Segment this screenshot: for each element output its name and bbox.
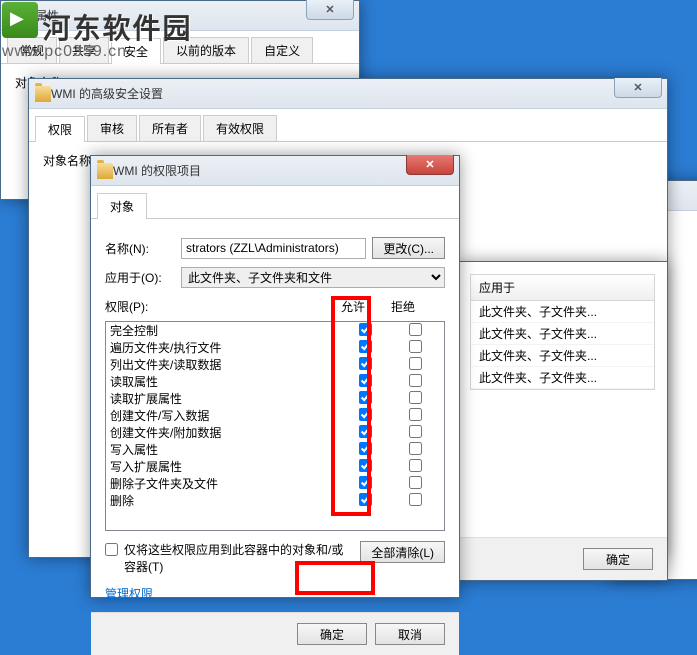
- tab-object[interactable]: 对象: [97, 193, 147, 219]
- window-title: WMI 的高级安全设置: [51, 85, 661, 102]
- deny-checkbox[interactable]: [409, 340, 422, 353]
- window-title: WMI 属性: [7, 7, 353, 24]
- applyto-select[interactable]: 此文件夹、子文件夹和文件: [181, 267, 445, 288]
- window-title: WMI 的权限项目: [113, 162, 453, 179]
- applyto-panel: 应用于 此文件夹、子文件夹... 此文件夹、子文件夹... 此文件夹、子文件夹.…: [458, 261, 668, 581]
- change-button[interactable]: 更改(C)...: [372, 237, 445, 259]
- permission-row: 完全控制: [106, 322, 444, 339]
- deny-header: 拒绝: [378, 298, 428, 315]
- ok-button[interactable]: 确定: [583, 548, 653, 570]
- allow-header: 允许: [328, 298, 378, 315]
- tab-effective[interactable]: 有效权限: [203, 115, 277, 141]
- ok-button[interactable]: 确定: [297, 623, 367, 645]
- permission-row: 遍历文件夹/执行文件: [106, 339, 444, 356]
- deny-checkbox[interactable]: [409, 323, 422, 336]
- permission-label: 读取扩展属性: [110, 390, 340, 407]
- applyto-header: 应用于: [471, 275, 654, 301]
- permission-row: 读取扩展属性: [106, 390, 444, 407]
- allow-checkbox[interactable]: [359, 357, 372, 370]
- applyto-row[interactable]: 此文件夹、子文件夹...: [471, 367, 654, 389]
- deny-checkbox[interactable]: [409, 408, 422, 421]
- folder-icon: [97, 163, 113, 179]
- permission-label: 删除子文件夹及文件: [110, 475, 340, 492]
- clear-all-button[interactable]: 全部清除(L): [360, 541, 445, 563]
- allow-checkbox[interactable]: [359, 340, 372, 353]
- only-container-label: 仅将这些权限应用到此容器中的对象和/或容器(T): [124, 541, 354, 575]
- titlebar[interactable]: WMI 的高级安全设置 ✕: [29, 79, 667, 109]
- applyto-label: 应用于(O):: [105, 269, 175, 286]
- deny-checkbox[interactable]: [409, 374, 422, 387]
- permission-row: 删除子文件夹及文件: [106, 475, 444, 492]
- tabs: 对象: [91, 186, 459, 219]
- allow-checkbox[interactable]: [359, 442, 372, 455]
- permissions-list[interactable]: 完全控制遍历文件夹/执行文件列出文件夹/读取数据读取属性读取扩展属性创建文件/写…: [106, 322, 444, 530]
- permission-label: 遍历文件夹/执行文件: [110, 339, 340, 356]
- permission-row: 写入属性: [106, 441, 444, 458]
- allow-checkbox[interactable]: [359, 459, 372, 472]
- tab-owner[interactable]: 所有者: [139, 115, 201, 141]
- name-label: 名称(N):: [105, 240, 175, 257]
- allow-checkbox[interactable]: [359, 476, 372, 489]
- permission-row: 列出文件夹/读取数据: [106, 356, 444, 373]
- permissions-listbox: 完全控制遍历文件夹/执行文件列出文件夹/读取数据读取属性读取扩展属性创建文件/写…: [105, 321, 445, 531]
- deny-checkbox[interactable]: [409, 442, 422, 455]
- tab-general[interactable]: 常规: [7, 37, 57, 63]
- allow-checkbox[interactable]: [359, 408, 372, 421]
- permission-row: 创建文件/写入数据: [106, 407, 444, 424]
- permission-label: 列出文件夹/读取数据: [110, 356, 340, 373]
- tab-permissions[interactable]: 权限: [35, 116, 85, 142]
- deny-checkbox[interactable]: [409, 357, 422, 370]
- allow-checkbox[interactable]: [359, 493, 372, 506]
- tab-share[interactable]: 共享: [59, 37, 109, 63]
- folder-icon: [35, 86, 51, 102]
- tabs: 常规 共享 安全 以前的版本 自定义: [1, 31, 359, 64]
- object-name-label: 对象名称:: [43, 154, 94, 168]
- permission-label: 创建文件/写入数据: [110, 407, 340, 424]
- permission-entry-window: WMI 的权限项目 ✕ 对象 名称(N): 更改(C)... 应用于(O): 此…: [90, 155, 460, 598]
- permission-label: 读取属性: [110, 373, 340, 390]
- applyto-row[interactable]: 此文件夹、子文件夹...: [471, 345, 654, 367]
- tab-security[interactable]: 安全: [111, 38, 161, 64]
- titlebar[interactable]: WMI 的权限项目 ✕: [91, 156, 459, 186]
- permission-label: 完全控制: [110, 322, 340, 339]
- permission-label: 删除: [110, 492, 340, 509]
- allow-checkbox[interactable]: [359, 374, 372, 387]
- permission-row: 读取属性: [106, 373, 444, 390]
- deny-checkbox[interactable]: [409, 391, 422, 404]
- applyto-table: 应用于 此文件夹、子文件夹... 此文件夹、子文件夹... 此文件夹、子文件夹.…: [470, 274, 655, 390]
- close-button[interactable]: ✕: [306, 0, 354, 20]
- close-button[interactable]: ✕: [406, 155, 454, 175]
- tab-previous[interactable]: 以前的版本: [163, 37, 249, 63]
- deny-checkbox[interactable]: [409, 425, 422, 438]
- allow-checkbox[interactable]: [359, 323, 372, 336]
- allow-checkbox[interactable]: [359, 391, 372, 404]
- titlebar[interactable]: WMI 属性 ✕: [1, 1, 359, 31]
- deny-checkbox[interactable]: [409, 459, 422, 472]
- allow-checkbox[interactable]: [359, 425, 372, 438]
- permission-row: 写入扩展属性: [106, 458, 444, 475]
- principal-name-input[interactable]: [181, 238, 366, 259]
- deny-checkbox[interactable]: [409, 476, 422, 489]
- only-container-checkbox[interactable]: [105, 543, 118, 556]
- tabs: 权限 审核 所有者 有效权限: [29, 109, 667, 142]
- permission-label: 写入属性: [110, 441, 340, 458]
- permission-row: 删除: [106, 492, 444, 509]
- applyto-row[interactable]: 此文件夹、子文件夹...: [471, 301, 654, 323]
- tab-custom[interactable]: 自定义: [251, 37, 313, 63]
- permissions-label: 权限(P):: [105, 298, 328, 315]
- permission-label: 创建文件夹/附加数据: [110, 424, 340, 441]
- permission-label: 写入扩展属性: [110, 458, 340, 475]
- permission-row: 创建文件夹/附加数据: [106, 424, 444, 441]
- close-button[interactable]: ✕: [614, 78, 662, 98]
- cancel-button[interactable]: 取消: [375, 623, 445, 645]
- applyto-row[interactable]: 此文件夹、子文件夹...: [471, 323, 654, 345]
- deny-checkbox[interactable]: [409, 493, 422, 506]
- tab-audit[interactable]: 审核: [87, 115, 137, 141]
